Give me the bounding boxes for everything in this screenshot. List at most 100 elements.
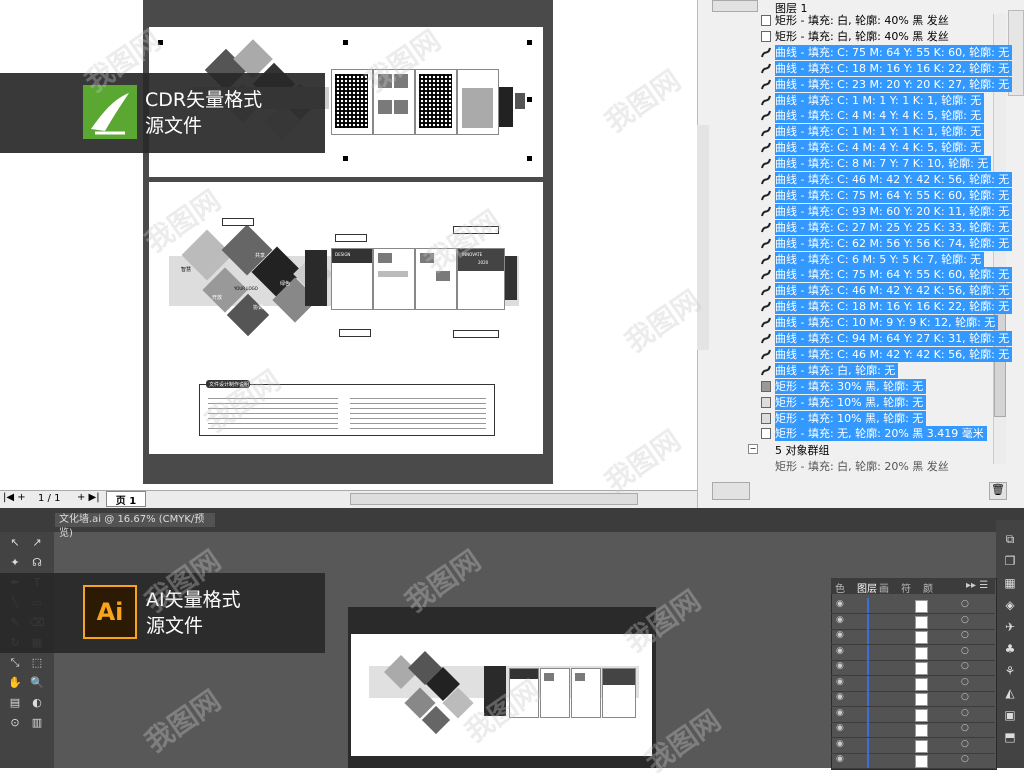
layer-row[interactable]: ◉ ○ bbox=[831, 629, 995, 645]
target-circle-icon[interactable]: ○ bbox=[961, 708, 969, 718]
tool-icon[interactable]: ↗ bbox=[28, 536, 46, 552]
selection-handle[interactable] bbox=[158, 40, 163, 45]
layer-row[interactable]: ◉ ○ bbox=[831, 722, 995, 738]
tree-row[interactable]: 曲线 - 填充: C: 8 M: 7 Y: 7 K: 10, 轮廓: 无 bbox=[775, 156, 992, 172]
tree-row[interactable]: 曲线 - 填充: C: 62 M: 56 Y: 56 K: 74, 轮廓: 无 bbox=[775, 235, 1013, 251]
visibility-eye-icon[interactable]: ◉ bbox=[836, 615, 844, 625]
panel-tab[interactable]: 颜 bbox=[923, 580, 933, 595]
target-circle-icon[interactable]: ○ bbox=[961, 646, 969, 656]
canvas-hscroll[interactable] bbox=[350, 493, 638, 505]
tree-row[interactable]: 曲线 - 填充: 白, 轮廓: 无 bbox=[775, 362, 899, 378]
tool-icon[interactable]: ⬚ bbox=[28, 656, 46, 672]
tree-row[interactable]: 曲线 - 填充: C: 46 M: 42 Y: 42 K: 56, 轮廓: 无 bbox=[775, 172, 1013, 187]
tool-icon[interactable]: ⤡ bbox=[6, 656, 24, 672]
dock-panel-icon[interactable]: ◈ bbox=[1002, 598, 1018, 614]
panel-tab[interactable]: 画 bbox=[879, 580, 889, 595]
layer-row[interactable]: ◉ ○ bbox=[831, 675, 995, 692]
tree-row[interactable]: 曲线 - 填充: C: 6 M: 5 Y: 5 K: 7, 轮廓: 无 bbox=[775, 251, 985, 267]
visibility-eye-icon[interactable]: ◉ bbox=[836, 677, 844, 687]
target-circle-icon[interactable]: ○ bbox=[961, 661, 969, 671]
tree-row[interactable]: 曲线 - 填充: C: 75 M: 64 Y: 55 K: 60, 轮廓: 无 bbox=[775, 187, 1013, 203]
tree-row[interactable]: 曲线 - 填充: C: 18 M: 16 Y: 16 K: 22, 轮廓: 无 bbox=[775, 60, 1013, 76]
tab-document[interactable]: 文化墙.ai @ 16.67% (CMYK/预览) bbox=[55, 513, 215, 539]
docker-bottom-buttons[interactable] bbox=[712, 482, 750, 500]
selection-handle[interactable] bbox=[343, 40, 348, 45]
tool-icon[interactable]: ▥ bbox=[28, 716, 46, 732]
panel-menu-icon[interactable]: ▸▸ ☰ bbox=[966, 580, 988, 591]
tool-icon[interactable]: ⊙ bbox=[6, 716, 24, 732]
target-circle-icon[interactable]: ○ bbox=[961, 630, 969, 640]
layer-row[interactable]: ◉ ○ bbox=[831, 660, 995, 676]
target-circle-icon[interactable]: ○ bbox=[961, 677, 969, 687]
target-circle-icon[interactable]: ○ bbox=[961, 739, 969, 749]
selection-handle[interactable] bbox=[527, 156, 532, 161]
selection-handle[interactable] bbox=[527, 97, 532, 102]
cdr-page-bottom[interactable]: 智慧 共享 开放 绿色 协调 YOUR LOGO DESIGN INNOVATE… bbox=[149, 182, 543, 454]
group-label[interactable]: 5 对象群组 bbox=[775, 442, 830, 458]
layer-row[interactable]: ◉ ○ bbox=[831, 598, 995, 614]
tree-row[interactable]: 曲线 - 填充: C: 27 M: 25 Y: 25 K: 33, 轮廓: 无 bbox=[775, 219, 1013, 235]
tool-icon[interactable]: ✦ bbox=[6, 556, 24, 572]
tree-row[interactable]: 矩形 - 填充: 10% 黑, 轮廓: 无 bbox=[775, 410, 927, 426]
layer-row[interactable]: ◉ ○ bbox=[831, 706, 995, 723]
visibility-eye-icon[interactable]: ◉ bbox=[836, 739, 844, 749]
tree-row[interactable]: 曲线 - 填充: C: 23 M: 20 Y: 20 K: 27, 轮廓: 无 bbox=[775, 76, 1013, 92]
dock-panel-icon[interactable]: ▦ bbox=[1002, 576, 1018, 592]
visibility-eye-icon[interactable]: ◉ bbox=[836, 599, 844, 609]
dock-panel-icon[interactable]: ♣ bbox=[1002, 642, 1018, 658]
target-circle-icon[interactable]: ○ bbox=[961, 615, 969, 625]
tool-icon[interactable]: ☊ bbox=[28, 556, 46, 572]
tool-icon[interactable]: ▤ bbox=[6, 696, 24, 712]
delete-icon[interactable]: 🗑 bbox=[989, 482, 1007, 500]
dock-panel-icon[interactable]: ❐ bbox=[1002, 554, 1018, 570]
tool-icon[interactable]: ✋ bbox=[6, 676, 24, 692]
panel-tab[interactable]: 符 bbox=[901, 580, 911, 595]
tool-icon[interactable]: 🔍 bbox=[28, 676, 46, 692]
tree-row[interactable]: 曲线 - 填充: C: 75 M: 64 Y: 55 K: 60, 轮廓: 无 bbox=[775, 267, 1013, 283]
tree-row[interactable]: 矩形 - 填充: 10% 黑, 轮廓: 无 bbox=[775, 394, 927, 410]
tree-row[interactable]: 曲线 - 填充: C: 94 M: 64 Y: 27 K: 31, 轮廓: 无 bbox=[775, 331, 1013, 346]
dock-panel-icon[interactable]: ✈ bbox=[1002, 620, 1018, 636]
target-circle-icon[interactable]: ○ bbox=[961, 754, 969, 764]
tree-row-partial[interactable]: 矩形 - 填充: 白, 轮廓: 20% 黑 发丝 bbox=[775, 458, 949, 474]
target-circle-icon[interactable]: ○ bbox=[961, 599, 969, 609]
visibility-eye-icon[interactable]: ◉ bbox=[836, 661, 844, 671]
panel-tab[interactable]: 图层 bbox=[857, 580, 877, 595]
tree-row[interactable]: 矩形 - 填充: 30% 黑, 轮廓: 无 bbox=[775, 378, 927, 394]
visibility-eye-icon[interactable]: ◉ bbox=[836, 723, 844, 733]
dock-panel-icon[interactable]: ⚘ bbox=[1002, 664, 1018, 680]
dock-panel-icon[interactable]: ⧉ bbox=[1002, 532, 1018, 548]
tree-row[interactable]: 曲线 - 填充: C: 46 M: 42 Y: 42 K: 56, 轮廓: 无 bbox=[775, 283, 1013, 299]
selection-handle[interactable] bbox=[343, 156, 348, 161]
tree-row[interactable]: 矩形 - 填充: 白, 轮廓: 40% 黑 发丝 bbox=[775, 13, 949, 28]
layer-row[interactable]: ◉ ○ bbox=[831, 613, 995, 630]
visibility-eye-icon[interactable]: ◉ bbox=[836, 754, 844, 764]
canvas-vscroll[interactable] bbox=[697, 125, 709, 350]
visibility-eye-icon[interactable]: ◉ bbox=[836, 692, 844, 702]
panel-tab[interactable]: 色 bbox=[835, 580, 845, 595]
tab-page-1[interactable]: 页 1 bbox=[106, 491, 146, 507]
expand-toggle[interactable]: − bbox=[748, 444, 758, 454]
tree-row[interactable]: 曲线 - 填充: C: 93 M: 60 Y: 20 K: 11, 轮廓: 无 bbox=[775, 203, 1013, 219]
tree-row[interactable]: 曲线 - 填充: C: 75 M: 64 Y: 55 K: 60, 轮廓: 无 bbox=[775, 44, 1013, 60]
dock-panel-icon[interactable]: ▣ bbox=[1002, 708, 1018, 724]
layer-row[interactable]: ◉ ○ bbox=[831, 644, 995, 661]
tree-row[interactable]: 曲线 - 填充: C: 4 M: 4 Y: 4 K: 5, 轮廓: 无 bbox=[775, 140, 985, 156]
tree-row[interactable]: 曲线 - 填充: C: 1 M: 1 Y: 1 K: 1, 轮廓: 无 bbox=[775, 124, 985, 140]
tree-row[interactable]: 曲线 - 填充: C: 10 M: 9 Y: 9 K: 12, 轮廓: 无 bbox=[775, 315, 999, 331]
visibility-eye-icon[interactable]: ◉ bbox=[836, 646, 844, 656]
page-first-icon[interactable]: |◀ + bbox=[3, 492, 26, 503]
tree-row[interactable]: 矩形 - 填充: 无, 轮廓: 20% 黑 3.419 毫米 bbox=[775, 426, 987, 442]
dock-panel-icon[interactable]: ⬒ bbox=[1002, 730, 1018, 746]
docker-toolbar[interactable] bbox=[712, 0, 758, 12]
ai-artboard[interactable] bbox=[351, 634, 652, 756]
tree-row[interactable]: 曲线 - 填充: C: 18 M: 16 Y: 16 K: 22, 轮廓: 无 bbox=[775, 299, 1013, 315]
tree-row[interactable]: 曲线 - 填充: C: 4 M: 4 Y: 4 K: 5, 轮廓: 无 bbox=[775, 108, 985, 124]
selection-handle[interactable] bbox=[527, 40, 532, 45]
dock-panel-icon[interactable]: ◭ bbox=[1002, 686, 1018, 702]
visibility-eye-icon[interactable]: ◉ bbox=[836, 708, 844, 718]
tree-row[interactable]: 曲线 - 填充: C: 1 M: 1 Y: 1 K: 1, 轮廓: 无 bbox=[775, 92, 985, 108]
layer-row[interactable]: ◉ ○ bbox=[831, 737, 995, 754]
visibility-eye-icon[interactable]: ◉ bbox=[836, 630, 844, 640]
page-last-icon[interactable]: + ▶| bbox=[77, 492, 100, 503]
